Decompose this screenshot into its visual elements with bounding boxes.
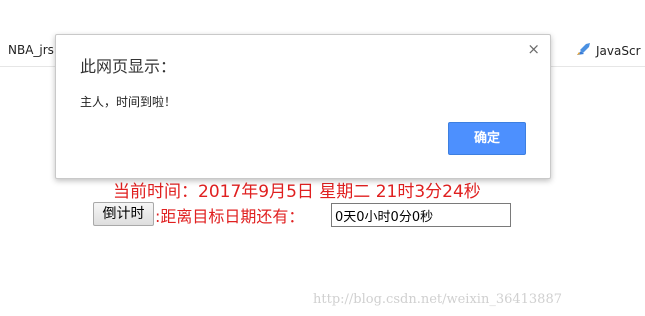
countdown-button[interactable]: 倒计时 — [93, 202, 154, 226]
watermark: http://blog.csdn.net/weixin_36413887 — [313, 292, 562, 307]
current-time-text: 当前时间：2017年9月5日 星期二 21时3分24秒 — [113, 182, 481, 202]
dialog-title: 此网页显示： — [80, 57, 177, 76]
dialog-message: 主人，时间到啦！ — [80, 95, 177, 109]
countdown-label: :距离目标日期还有： — [155, 207, 305, 226]
countdown-result-field[interactable] — [331, 203, 511, 227]
bookmark-javascript[interactable]: JavaScr — [575, 43, 641, 58]
close-icon[interactable]: × — [527, 40, 540, 58]
bookmark-nba[interactable]: NBA_jrs — [8, 43, 54, 57]
bookmark-javascript-label: JavaScr — [596, 44, 641, 58]
alert-dialog: 此网页显示： × 主人，时间到啦！ 确定 — [55, 34, 551, 179]
page: NBA_jrs · JavaScr 当前时间：2017年9月5日 星期二 21时… — [0, 0, 645, 316]
ok-button[interactable]: 确定 — [448, 122, 526, 155]
rocket-icon — [577, 43, 590, 55]
